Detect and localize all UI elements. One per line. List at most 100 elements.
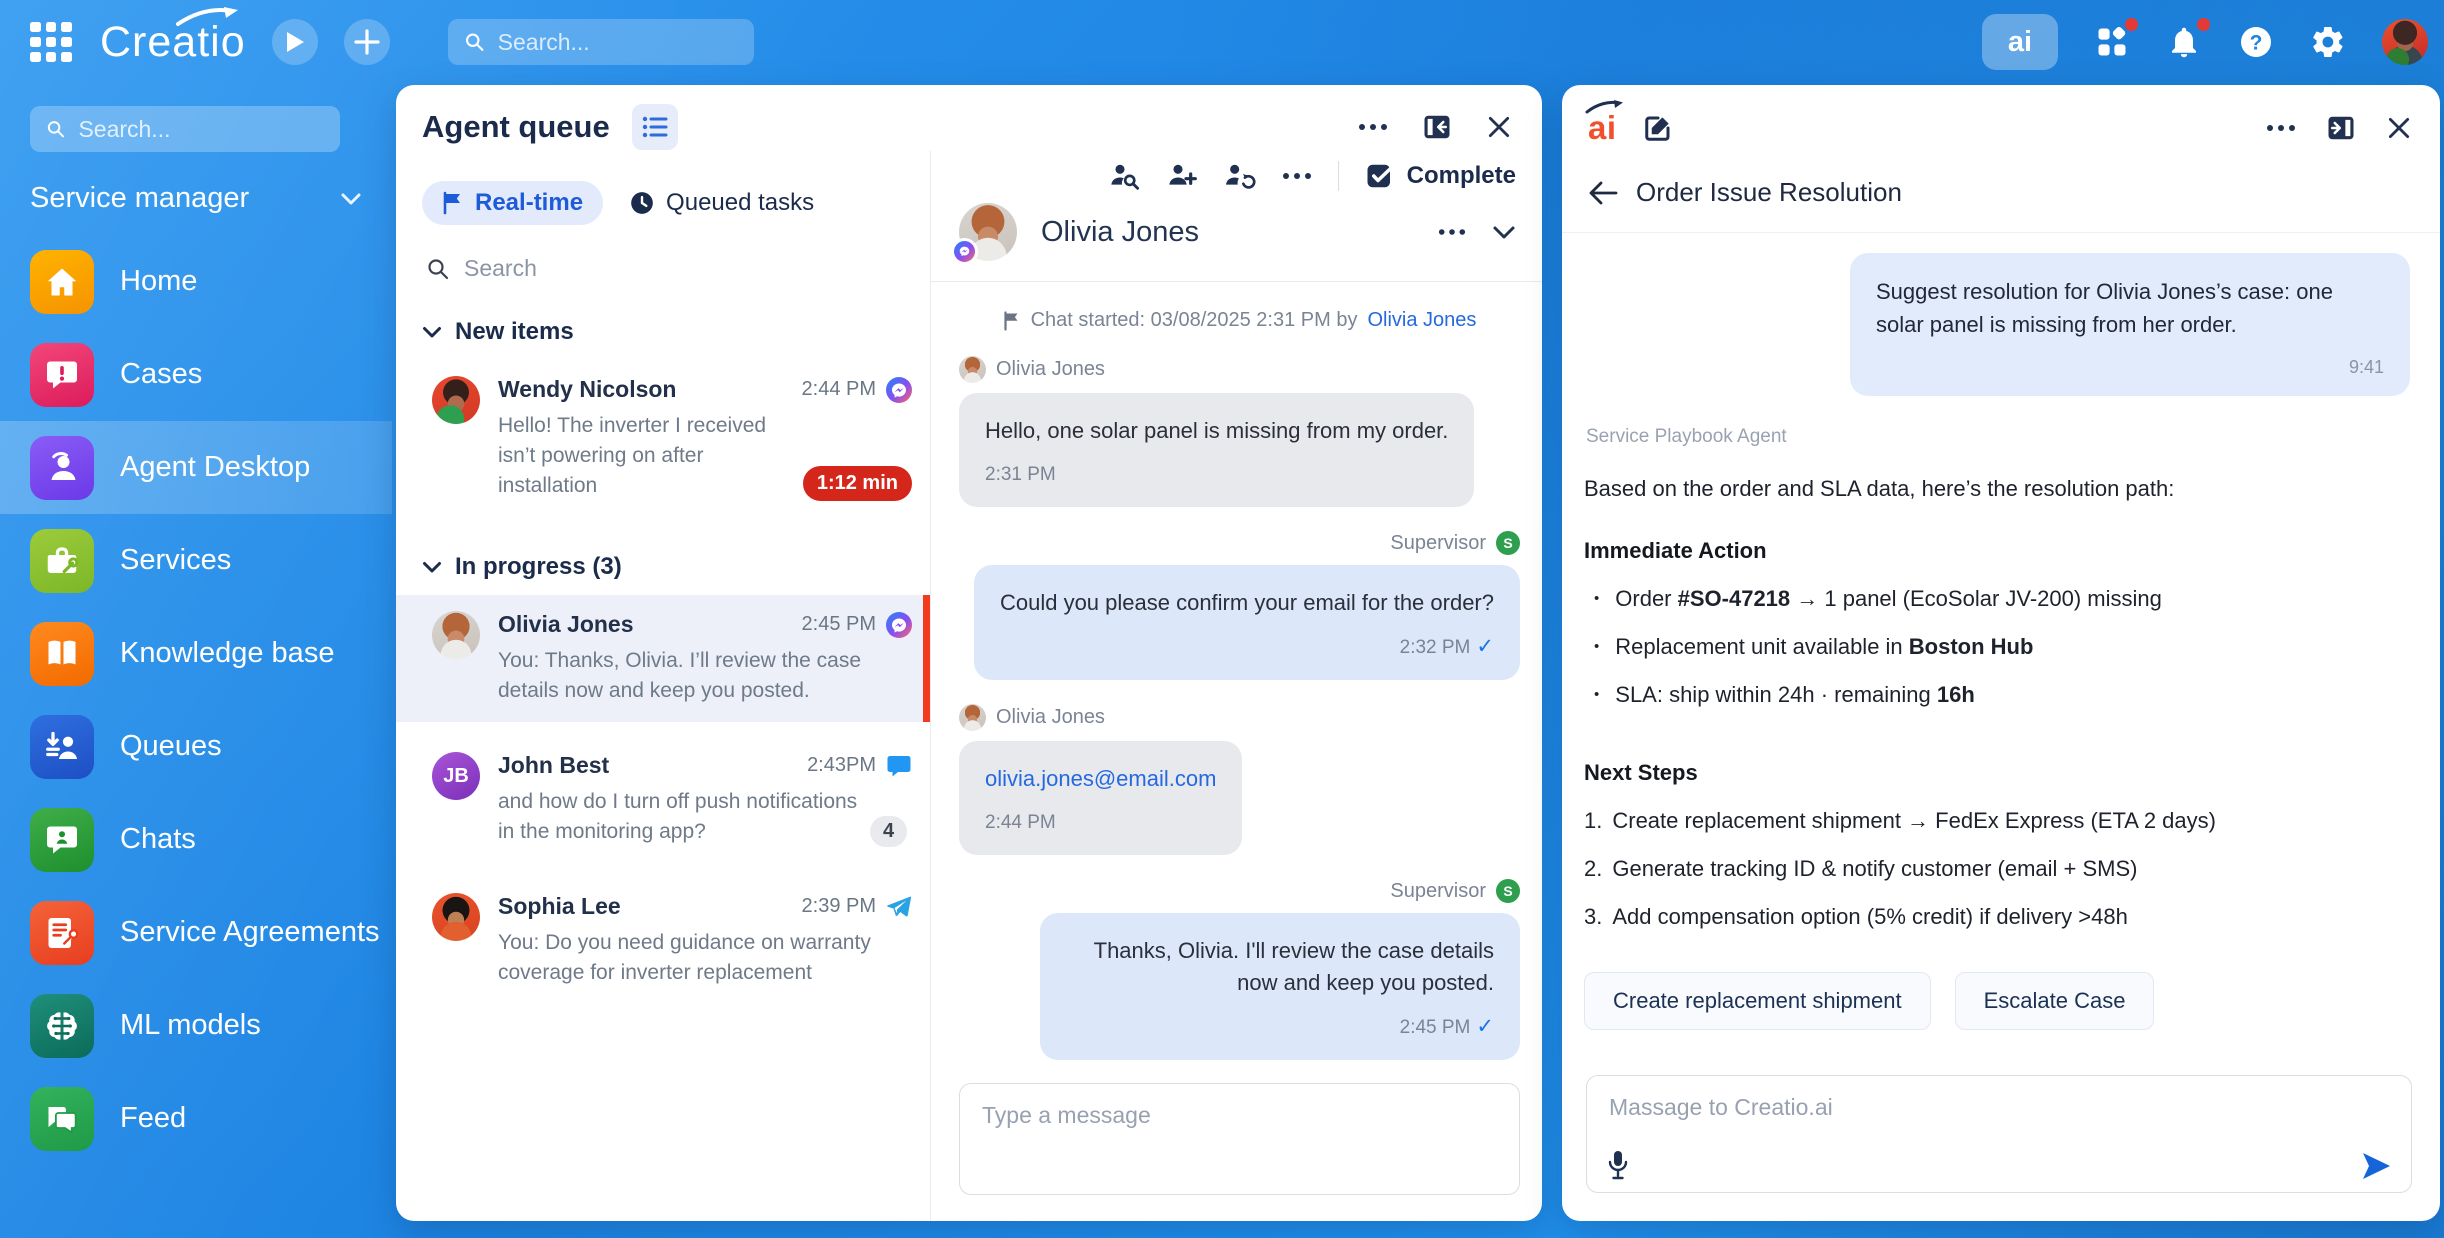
queue-search[interactable]: Search bbox=[426, 255, 930, 282]
close-icon[interactable] bbox=[2386, 115, 2412, 141]
chats-icon bbox=[30, 808, 94, 872]
avatar bbox=[432, 611, 480, 659]
message-time: 2:44 PM bbox=[985, 807, 1216, 839]
chat-composer[interactable] bbox=[959, 1083, 1520, 1195]
sidebar-item-chats[interactable]: Chats bbox=[0, 793, 392, 886]
agent-queue-panel: Agent queue Real-time Queued tasks Searc… bbox=[396, 85, 1542, 1221]
notification-dot bbox=[2125, 18, 2138, 31]
ai-user-message: Suggest resolution for Olivia Jones’s ca… bbox=[1850, 253, 2410, 396]
sidebar-item-ml-models[interactable]: ML models bbox=[0, 979, 392, 1072]
logo-swoosh-icon bbox=[176, 6, 240, 28]
section-new-items[interactable]: New items bbox=[422, 318, 930, 346]
search-icon bbox=[46, 118, 65, 140]
list-view-button[interactable] bbox=[632, 104, 678, 150]
telegram-icon bbox=[886, 894, 912, 920]
create-replacement-shipment-button[interactable]: Create replacement shipment bbox=[1584, 972, 1931, 1030]
clock-icon bbox=[629, 190, 655, 216]
marketplace-button[interactable] bbox=[2094, 24, 2130, 60]
notification-dot bbox=[2197, 18, 2210, 31]
message-time: 2:31 PM bbox=[985, 459, 1448, 491]
global-search-input[interactable] bbox=[498, 29, 738, 56]
section-in-progress[interactable]: In progress (3) bbox=[422, 553, 930, 581]
dock-panel-icon[interactable] bbox=[2326, 113, 2356, 143]
tab-queued-tasks[interactable]: Queued tasks bbox=[629, 189, 814, 217]
topbar-actions: ai ? bbox=[1982, 0, 2428, 84]
ai-action-buttons: Create replacement shipment Escalate Cas… bbox=[1584, 972, 2410, 1030]
escalate-case-button[interactable]: Escalate Case bbox=[1955, 972, 2155, 1030]
new-chat-icon[interactable] bbox=[1643, 113, 1673, 143]
sidebar-search[interactable] bbox=[30, 106, 340, 152]
global-search[interactable] bbox=[448, 19, 754, 65]
ai-heading-next-steps: Next Steps bbox=[1584, 760, 2410, 786]
sidebar-item-home[interactable]: Home bbox=[0, 235, 392, 328]
dock-panel-icon[interactable] bbox=[1422, 112, 1452, 142]
chat-panel: Complete Olivia Jones Chat started: 03/0… bbox=[930, 151, 1542, 1221]
chevron-down-icon[interactable] bbox=[1492, 225, 1516, 240]
sidebar-item-agent-desktop[interactable]: Agent Desktop bbox=[0, 421, 392, 514]
sidebar-item-services[interactable]: Services bbox=[0, 514, 392, 607]
agent-search-icon[interactable] bbox=[1108, 161, 1140, 191]
settings-button[interactable] bbox=[2310, 24, 2346, 60]
knowledge-base-icon bbox=[30, 622, 94, 686]
chat-started-line: Chat started: 03/08/2025 2:31 PM by Oliv… bbox=[959, 309, 1520, 332]
contact-link[interactable]: Olivia Jones bbox=[1367, 309, 1476, 332]
agent-add-icon[interactable] bbox=[1166, 161, 1198, 191]
send-icon[interactable] bbox=[2361, 1152, 2391, 1180]
flag-icon bbox=[1003, 311, 1021, 331]
sidebar-item-service-agreements[interactable]: Service Agreements bbox=[0, 886, 392, 979]
queue-item-olivia[interactable]: Olivia Jones 2:45 PM You: Thanks, Olivia… bbox=[396, 595, 930, 722]
avatar bbox=[959, 356, 986, 383]
microphone-icon[interactable] bbox=[1607, 1150, 1629, 1180]
user-avatar[interactable] bbox=[2382, 19, 2428, 65]
agent-transfer-icon[interactable] bbox=[1224, 161, 1256, 191]
search-icon bbox=[426, 257, 450, 281]
sidebar-item-queues[interactable]: Queues bbox=[0, 700, 392, 793]
chat-message-input[interactable] bbox=[960, 1084, 1519, 1194]
queue-item-wendy[interactable]: Wendy Nicolson 2:44 PM Hello! The invert… bbox=[396, 360, 930, 517]
message-bubble-in: olivia.jones@email.com 2:44 PM bbox=[959, 741, 1242, 855]
checkbox-icon bbox=[1365, 161, 1395, 191]
chat-messages: Chat started: 03/08/2025 2:31 PM by Oliv… bbox=[931, 287, 1542, 1065]
tab-real-time[interactable]: Real-time bbox=[422, 181, 603, 225]
add-button[interactable] bbox=[344, 19, 390, 65]
chevron-down-icon bbox=[340, 192, 362, 206]
panel-window-controls bbox=[1358, 112, 1512, 142]
sidebar-search-input[interactable] bbox=[78, 116, 324, 143]
help-icon: ? bbox=[2238, 24, 2274, 60]
ai-bullet: SLA: ship within 24h · remaining 16h bbox=[1584, 682, 2410, 708]
services-icon bbox=[30, 529, 94, 593]
supervisor-badge: S bbox=[1496, 531, 1520, 555]
chevron-down-icon bbox=[422, 561, 442, 574]
message-time: 2:45 PM✓ bbox=[1066, 1011, 1494, 1044]
copilot-button[interactable]: ai bbox=[1982, 14, 2058, 70]
sidebar-item-cases[interactable]: Cases bbox=[0, 328, 392, 421]
ai-conversation: Suggest resolution for Olivia Jones’s ca… bbox=[1562, 227, 2440, 1057]
queue-item-john[interactable]: JB John Best 2:43PM and how do I turn of… bbox=[396, 736, 930, 863]
more-icon[interactable] bbox=[2266, 124, 2296, 132]
ai-message-input[interactable] bbox=[1587, 1076, 2411, 1140]
more-icon[interactable] bbox=[1358, 123, 1388, 131]
workspace-selector[interactable]: Service manager bbox=[30, 182, 362, 215]
sidebar-item-knowledge-base[interactable]: Knowledge base bbox=[0, 607, 392, 700]
more-icon[interactable] bbox=[1282, 172, 1312, 180]
close-icon[interactable] bbox=[1486, 114, 1512, 140]
ai-bullet: Replacement unit available in Boston Hub bbox=[1584, 634, 2410, 660]
back-arrow-icon[interactable] bbox=[1588, 181, 1618, 205]
creatio-logo: Creatio bbox=[100, 18, 246, 67]
more-icon[interactable] bbox=[1438, 228, 1466, 236]
notifications-button[interactable] bbox=[2166, 24, 2202, 60]
ai-step: 1.Create replacement shipment → FedEx Ex… bbox=[1584, 808, 2410, 834]
play-button[interactable] bbox=[272, 19, 318, 65]
web-chat-icon bbox=[886, 753, 912, 779]
email-link[interactable]: olivia.jones@email.com bbox=[985, 763, 1216, 795]
ai-panel-header: ai bbox=[1562, 85, 2440, 147]
complete-button[interactable]: Complete bbox=[1365, 161, 1516, 191]
chevron-down-icon bbox=[422, 326, 442, 339]
service-agreements-icon bbox=[30, 901, 94, 965]
help-button[interactable]: ? bbox=[2238, 24, 2274, 60]
app-grid-icon[interactable] bbox=[30, 22, 72, 62]
sidebar-item-feed[interactable]: Feed bbox=[0, 1072, 392, 1165]
queue-item-sophia[interactable]: Sophia Lee 2:39 PM You: Do you need guid… bbox=[396, 877, 930, 1004]
ai-composer[interactable] bbox=[1586, 1075, 2412, 1193]
list-icon bbox=[642, 116, 668, 138]
